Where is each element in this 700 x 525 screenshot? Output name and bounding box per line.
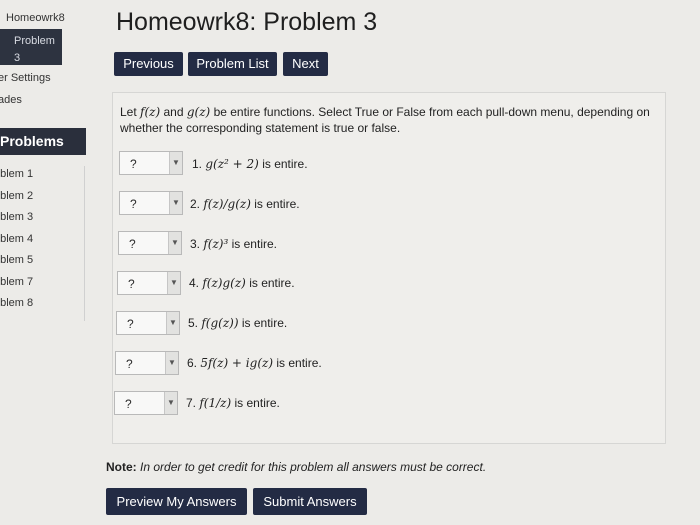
page-title: Homeowrk8: Problem 3: [116, 8, 378, 36]
sidebar-item-user-settings[interactable]: er Settings: [0, 72, 51, 84]
problem-panel: [112, 92, 666, 444]
statement-3: 3. f(z)³ is entire.: [190, 237, 277, 251]
select-value: ?: [125, 397, 132, 411]
problem-list: oblem 1 oblem 2 oblem 3 oblem 4 oblem 5 …: [0, 166, 85, 321]
answer-select-1[interactable]: ? ▼: [119, 151, 183, 175]
sidebar-item-problem-3[interactable]: oblem 3: [0, 211, 33, 223]
select-value: ?: [128, 277, 135, 291]
problems-heading: Problems: [0, 128, 86, 155]
chevron-down-icon: ▼: [166, 312, 179, 334]
select-value: ?: [130, 157, 137, 171]
statement-7: 7. f(1/z) is entire.: [186, 396, 280, 410]
statement-6: 6. 5f(z) + ig(z) is entire.: [187, 356, 322, 370]
answer-select-4[interactable]: ? ▼: [117, 271, 181, 295]
sidebar-item-problem-8[interactable]: oblem 8: [0, 297, 33, 309]
select-value: ?: [129, 237, 136, 251]
problem-list-button[interactable]: Problem List: [188, 52, 277, 76]
breadcrumb-set[interactable]: Homeowrk8: [6, 12, 65, 24]
chevron-down-icon: ▼: [169, 152, 182, 174]
sidebar-item-number: 3: [14, 52, 21, 64]
chevron-down-icon: ▼: [165, 352, 178, 374]
answer-select-2[interactable]: ? ▼: [119, 191, 183, 215]
chevron-down-icon: ▼: [168, 232, 181, 254]
statement-1: 1. g(z² + 2) is entire.: [192, 157, 308, 171]
sidebar-item-label: Problem: [14, 35, 55, 47]
sidebar-item-problem-2[interactable]: oblem 2: [0, 190, 33, 202]
chevron-down-icon: ▼: [164, 392, 177, 414]
select-value: ?: [130, 197, 137, 211]
answer-select-3[interactable]: ? ▼: [118, 231, 182, 255]
sidebar-item-grades[interactable]: ades: [0, 94, 22, 106]
sidebar-item-problem-5[interactable]: oblem 5: [0, 254, 33, 266]
answer-select-7[interactable]: ? ▼: [114, 391, 178, 415]
statement-4: 4. f(z)g(z) is entire.: [189, 276, 295, 290]
answer-select-5[interactable]: ? ▼: [116, 311, 180, 335]
chevron-down-icon: ▼: [169, 192, 182, 214]
credit-note: Note: In order to get credit for this pr…: [106, 460, 487, 474]
preview-answers-button[interactable]: Preview My Answers: [106, 488, 247, 515]
chevron-down-icon: ▼: [167, 272, 180, 294]
statement-2: 2. f(z)/g(z) is entire.: [190, 197, 300, 211]
sidebar-item-problem-1[interactable]: oblem 1: [0, 168, 33, 180]
select-value: ?: [127, 317, 134, 331]
sidebar-item-problem-7[interactable]: oblem 7: [0, 276, 33, 288]
answer-select-6[interactable]: ? ▼: [115, 351, 179, 375]
problem-intro: Let f(z) and g(z) be entire functions. S…: [120, 105, 650, 135]
previous-button[interactable]: Previous: [114, 52, 183, 76]
sidebar-item-problem-4[interactable]: oblem 4: [0, 233, 33, 245]
sidebar: Homeowrk8 Problem 3 er Settings ades Pro…: [0, 0, 86, 321]
select-value: ?: [126, 357, 133, 371]
next-button[interactable]: Next: [283, 52, 328, 76]
sidebar-item-current-problem[interactable]: Problem 3: [0, 29, 62, 65]
submit-answers-button[interactable]: Submit Answers: [253, 488, 367, 515]
statement-5: 5. f(g(z)) is entire.: [188, 316, 288, 330]
